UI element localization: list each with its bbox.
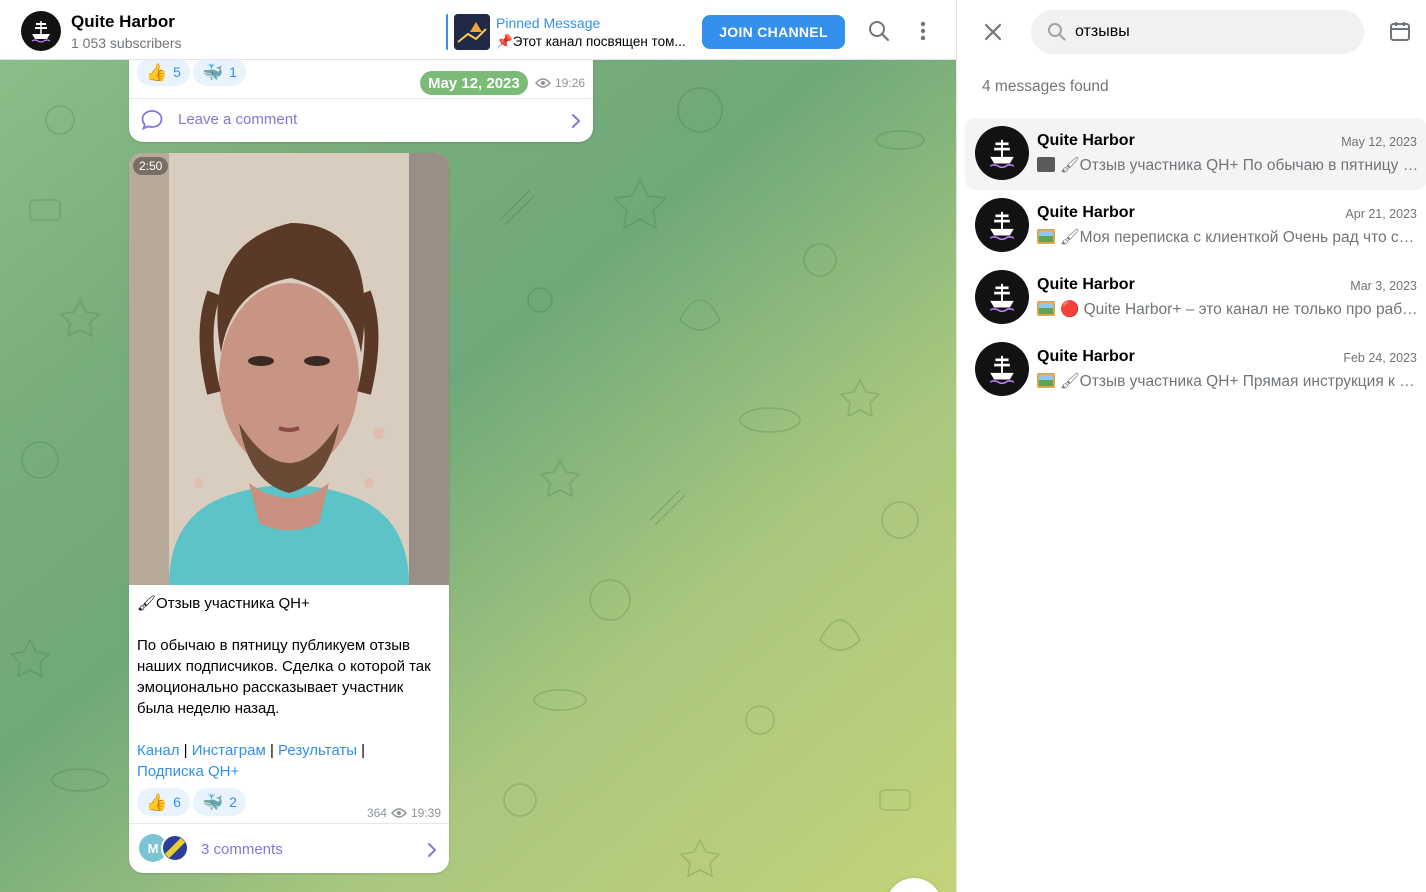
chevron-right-icon	[572, 114, 581, 128]
ship-logo-icon	[31, 21, 51, 43]
video-duration: 2:50	[133, 157, 169, 175]
search-result-item[interactable]: Quite Harbor Mar 3, 2023 🔴 Quite Harbor+…	[965, 262, 1426, 334]
result-name: Quite Harbor	[1037, 132, 1135, 149]
link-subscription[interactable]: Подписка QH+	[137, 763, 239, 780]
reaction-emoji: 👍	[146, 792, 168, 812]
pinned-title: Pinned Message	[496, 15, 601, 31]
chat-area: Quite Harbor 1 053 subscribers Pinned Me…	[0, 0, 956, 892]
result-text: 🖌Отзыв участника QH+ По обычаю в пятницу…	[1060, 157, 1419, 174]
ship-logo-icon	[989, 355, 1015, 385]
results-count: 4 messages found	[982, 78, 1109, 95]
result-snippet: 🔴 Quite Harbor+ – это канал не только пр…	[1037, 300, 1419, 319]
message-bubble: 2:50 🖌Отзыв участника QH+ По обычаю в пя…	[129, 153, 449, 873]
link-separator: |	[265, 742, 279, 759]
message-time: 19:39	[410, 806, 441, 820]
result-text: 🖌Моя переписка с клиенткой Очень рад что…	[1060, 229, 1419, 246]
search-results-list: Quite Harbor May 12, 2023 🖌Отзыв участни…	[965, 118, 1426, 406]
channel-avatar[interactable]	[21, 11, 61, 51]
search-icon	[1048, 23, 1066, 41]
scroll-down-button[interactable]	[886, 878, 942, 892]
reaction-count: 2	[229, 794, 237, 810]
result-date: Feb 24, 2023	[1343, 351, 1417, 365]
channel-title[interactable]: Quite Harbor	[71, 12, 175, 32]
search-result-item[interactable]: Quite Harbor Feb 24, 2023 🖌Отзыв участни…	[965, 334, 1426, 406]
view-count: 364	[366, 806, 387, 820]
message-meta: 19:26	[535, 76, 585, 90]
pinned-text: 📌Этот канал посвящен том...	[496, 34, 686, 49]
date-separator: May 12, 2023	[420, 71, 528, 95]
ship-logo-icon	[989, 283, 1015, 313]
chevron-right-icon	[428, 843, 437, 857]
ship-logo-icon	[989, 139, 1015, 169]
subscriber-count: 1 053 subscribers	[71, 35, 182, 51]
video-icon	[1037, 157, 1055, 172]
reaction-emoji: 🐳	[202, 792, 224, 812]
pinned-indicator-bar	[446, 14, 448, 50]
reaction-count: 1	[229, 64, 237, 80]
message-time: 19:26	[554, 76, 585, 90]
channel-avatar	[975, 198, 1029, 252]
comment-label: Leave a comment	[178, 111, 298, 128]
chat-header: Quite Harbor 1 053 subscribers Pinned Me…	[0, 0, 956, 60]
reaction-thumbs-up[interactable]: 👍 5	[137, 58, 190, 86]
result-text: 🔴 Quite Harbor+ – это канал не только пр…	[1060, 301, 1419, 318]
channel-avatar	[975, 270, 1029, 324]
link-separator: |	[179, 742, 192, 759]
close-icon[interactable]	[981, 20, 1005, 44]
result-snippet: 🖌Моя переписка с клиенткой Очень рад что…	[1037, 228, 1419, 247]
comment-label: 3 comments	[201, 841, 283, 858]
commenter-avatar	[161, 834, 189, 862]
reaction-count: 5	[173, 64, 181, 80]
message-meta: 364 19:39	[367, 806, 441, 820]
result-date: May 12, 2023	[1341, 135, 1417, 149]
leave-comment-button[interactable]: Leave a comment	[129, 98, 593, 142]
result-date: Mar 3, 2023	[1350, 279, 1417, 293]
result-snippet: 🖌Отзыв участника QH+ По обычаю в пятницу…	[1037, 156, 1419, 175]
comments-button[interactable]: M 3 comments	[129, 823, 449, 873]
link-instagram[interactable]: Инстаграм	[192, 742, 266, 759]
result-name: Quite Harbor	[1037, 276, 1135, 293]
link-channel[interactable]: Канал	[137, 742, 179, 759]
views-eye-icon	[535, 78, 551, 88]
reaction-emoji: 🐳	[202, 62, 224, 82]
ship-logo-icon	[989, 211, 1015, 241]
result-name: Quite Harbor	[1037, 348, 1135, 365]
search-input[interactable]	[1075, 10, 1355, 54]
link-separator: |	[357, 742, 370, 759]
result-text: 🖌Отзыв участника QH+ Прямая инструкция к…	[1060, 373, 1419, 390]
search-panel: 4 messages found Quite Harbor May 12, 20…	[956, 0, 1426, 892]
message-links: Канал | Инстаграм | Результаты | Подписк…	[137, 740, 443, 782]
link-results[interactable]: Результаты	[278, 742, 357, 759]
channel-avatar	[975, 342, 1029, 396]
result-date: Apr 21, 2023	[1345, 207, 1417, 221]
views-eye-icon	[391, 808, 407, 818]
more-options-icon[interactable]	[910, 18, 936, 44]
channel-avatar	[975, 126, 1029, 180]
search-box	[1031, 10, 1364, 54]
calendar-icon[interactable]	[1389, 20, 1413, 44]
comment-bubble-icon	[141, 110, 163, 131]
reaction-thumbs-up[interactable]: 👍 6	[137, 788, 190, 816]
image-icon	[1037, 373, 1055, 388]
message-text: 🖌Отзыв участника QH+ По обычаю в пятницу…	[137, 593, 443, 782]
reaction-whale[interactable]: 🐳 2	[193, 788, 246, 816]
search-result-item[interactable]: Quite Harbor May 12, 2023 🖌Отзыв участни…	[965, 118, 1426, 190]
reaction-whale[interactable]: 🐳 1	[193, 58, 246, 86]
message-title: 🖌Отзыв участника QH+	[137, 595, 310, 612]
video-thumbnail	[129, 153, 449, 585]
join-channel-button[interactable]: JOIN CHANNEL	[702, 15, 845, 49]
pinned-thumbnail	[454, 14, 490, 50]
pinned-message[interactable]: Pinned Message 📌Этот канал посвящен том.…	[446, 14, 696, 50]
result-name: Quite Harbor	[1037, 204, 1135, 221]
reaction-count: 6	[173, 794, 181, 810]
image-icon	[1037, 229, 1055, 244]
result-snippet: 🖌Отзыв участника QH+ Прямая инструкция к…	[1037, 372, 1419, 391]
reaction-emoji: 👍	[146, 62, 168, 82]
search-icon[interactable]	[866, 18, 892, 44]
search-result-item[interactable]: Quite Harbor Apr 21, 2023 🖌Моя переписка…	[965, 190, 1426, 262]
image-icon	[1037, 301, 1055, 316]
message-body: По обычаю в пятницу публикуем отзыв наши…	[137, 637, 431, 717]
video-message[interactable]: 2:50	[129, 153, 449, 585]
